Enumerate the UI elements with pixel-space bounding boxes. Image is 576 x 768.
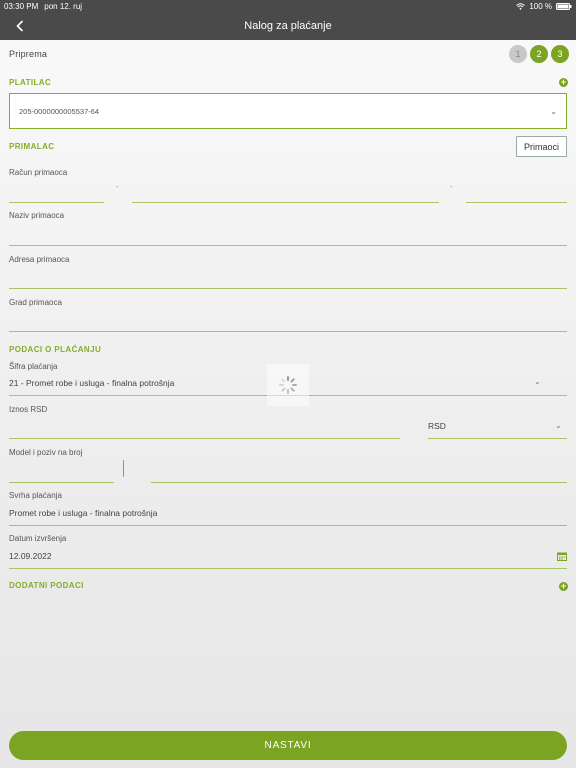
- recipient-address-input[interactable]: [9, 288, 567, 289]
- currency-select[interactable]: [428, 438, 567, 439]
- battery-icon: [556, 2, 572, 10]
- payer-account-select[interactable]: 205-0000000005537-64 ⌄: [9, 93, 567, 129]
- payment-code-value[interactable]: 21 - Promet robe i usluga - finalna potr…: [9, 378, 174, 388]
- chevron-down-icon[interactable]: ⌄: [534, 377, 541, 386]
- purpose-value[interactable]: Promet robe i usluga - finalna potrošnja: [9, 508, 157, 518]
- reference-number-input[interactable]: [151, 482, 567, 483]
- continue-button[interactable]: NASTAVI: [9, 731, 567, 760]
- status-date: pon 12. ruj: [44, 1, 83, 11]
- step-3: 3: [551, 45, 569, 63]
- section-primalac: PRIMALAC: [9, 142, 55, 151]
- loading-spinner: [267, 364, 309, 406]
- recipient-account-control-input[interactable]: [466, 202, 567, 203]
- payer-account-value: 205-0000000005537-64: [19, 106, 100, 116]
- chevron-down-icon[interactable]: ⌄: [555, 421, 562, 430]
- account-separator: -: [450, 182, 453, 191]
- currency-value[interactable]: RSD: [428, 421, 446, 431]
- purpose-label: Svrha plaćanja: [9, 491, 62, 500]
- recipient-address-label: Adresa primaoca: [9, 255, 70, 264]
- execution-date-value[interactable]: 12.09.2022: [9, 551, 52, 561]
- purpose-input[interactable]: [9, 525, 567, 526]
- recipient-name-input[interactable]: [9, 245, 567, 246]
- step-indicator: Priprema 1 2 3: [9, 44, 569, 64]
- battery-percent: 100 %: [529, 1, 552, 11]
- chevron-left-icon: [16, 20, 24, 32]
- execution-date-label: Datum izvršenja: [9, 534, 67, 543]
- recipient-city-label: Grad primaoca: [9, 298, 62, 307]
- status-bar: 03:30 PM pon 12. ruj 100 %: [0, 0, 576, 12]
- recipient-city-input[interactable]: [9, 331, 567, 332]
- section-payment-data: PODACI O PLAĆANJU: [9, 345, 102, 354]
- plus-icon[interactable]: +: [559, 78, 568, 87]
- payment-code-label: Šifra plaćanja: [9, 362, 58, 371]
- amount-input[interactable]: [9, 438, 400, 439]
- chevron-down-icon: ⌄: [550, 106, 557, 116]
- section-additional-data[interactable]: DODATNI PODACI: [9, 581, 84, 590]
- step-2: 2: [530, 45, 548, 63]
- recipient-account-bank-input[interactable]: [9, 202, 104, 203]
- back-button[interactable]: [10, 16, 30, 36]
- recipient-account-label: Račun primaoca: [9, 168, 68, 177]
- recipients-button[interactable]: Primaoci: [516, 136, 567, 157]
- amount-label: Iznos RSD: [9, 405, 48, 414]
- calendar-icon[interactable]: [557, 552, 567, 561]
- text-cursor: [123, 460, 124, 477]
- plus-icon[interactable]: +: [559, 582, 568, 591]
- recipient-account-number-input[interactable]: [132, 202, 439, 203]
- execution-date-input[interactable]: [9, 568, 567, 569]
- step-label: Priprema: [9, 49, 48, 59]
- account-separator: -: [116, 182, 119, 191]
- status-time: 03:30 PM: [4, 1, 39, 11]
- wifi-icon: [516, 2, 526, 10]
- step-1: 1: [509, 45, 527, 63]
- recipient-name-label: Naziv primaoca: [9, 211, 65, 220]
- spinner-icon: [279, 376, 297, 394]
- model-reference-label: Model i poziv na broj: [9, 448, 83, 457]
- page-title: Nalog za plaćanje: [244, 20, 332, 32]
- section-platilac: PLATILAC: [9, 78, 52, 87]
- nav-bar: Nalog za plaćanje: [0, 12, 576, 40]
- model-input[interactable]: [9, 482, 114, 483]
